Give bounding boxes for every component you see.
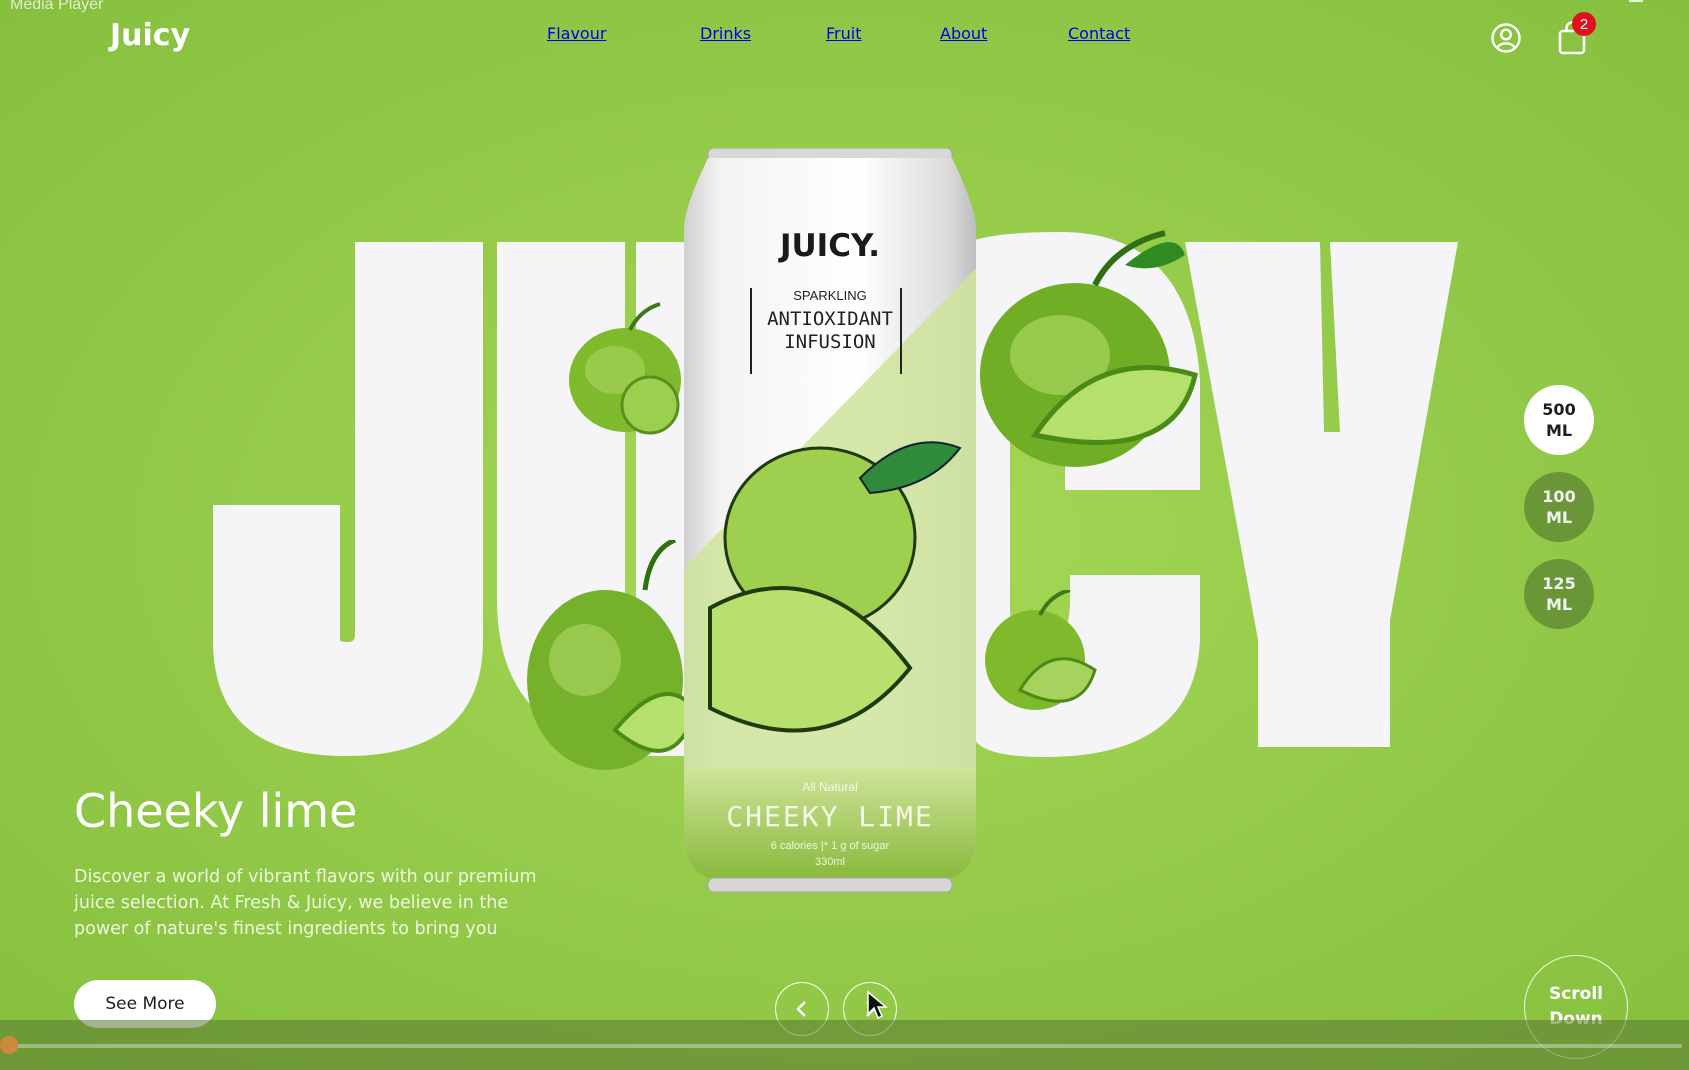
- can-brand: JUICY.: [779, 228, 881, 264]
- can-volume: 330ml: [815, 856, 845, 868]
- size-value: 100: [1542, 487, 1576, 506]
- seek-bar[interactable]: [12, 1044, 1682, 1048]
- can-flavor: CHEEKY LIME: [726, 800, 934, 833]
- size-option-125ml[interactable]: 125 ML: [1524, 559, 1594, 629]
- size-value: 125: [1542, 574, 1576, 593]
- size-value: 500: [1542, 400, 1576, 419]
- can-line2: ANTIOXIDANT: [767, 308, 893, 330]
- lime-illustration: [569, 302, 681, 435]
- letter-j: [213, 242, 483, 756]
- can-facts: 6 calories |* 1 g of sugar: [770, 840, 890, 852]
- lime-illustration: [527, 540, 695, 770]
- can-line1: SPARKLING: [793, 288, 867, 303]
- lime-illustration: [980, 230, 1198, 467]
- product-description: Discover a world of vibrant flavors with…: [74, 867, 537, 939]
- lime-illustration: [985, 590, 1097, 710]
- size-option-100ml[interactable]: 100 ML: [1524, 472, 1594, 542]
- size-unit: ML: [1545, 508, 1573, 527]
- size-unit: ML: [1545, 595, 1573, 614]
- product-can: JUICY. SPARKLING ANTIOXIDANT INFUSION Al…: [680, 148, 980, 908]
- size-option-500ml[interactable]: 500 ML: [1524, 385, 1594, 455]
- mouse-cursor-icon: [867, 990, 888, 1020]
- seek-thumb[interactable]: [0, 1036, 18, 1054]
- product-title: Cheeky lime: [74, 784, 358, 838]
- scroll-label-line1: Scroll: [1548, 984, 1604, 1004]
- chevron-left-icon: [796, 1001, 806, 1017]
- letter-y: [1185, 242, 1458, 747]
- can-tag: All Natural: [802, 780, 858, 794]
- size-unit: ML: [1545, 421, 1573, 440]
- can-line3: INFUSION: [784, 331, 876, 353]
